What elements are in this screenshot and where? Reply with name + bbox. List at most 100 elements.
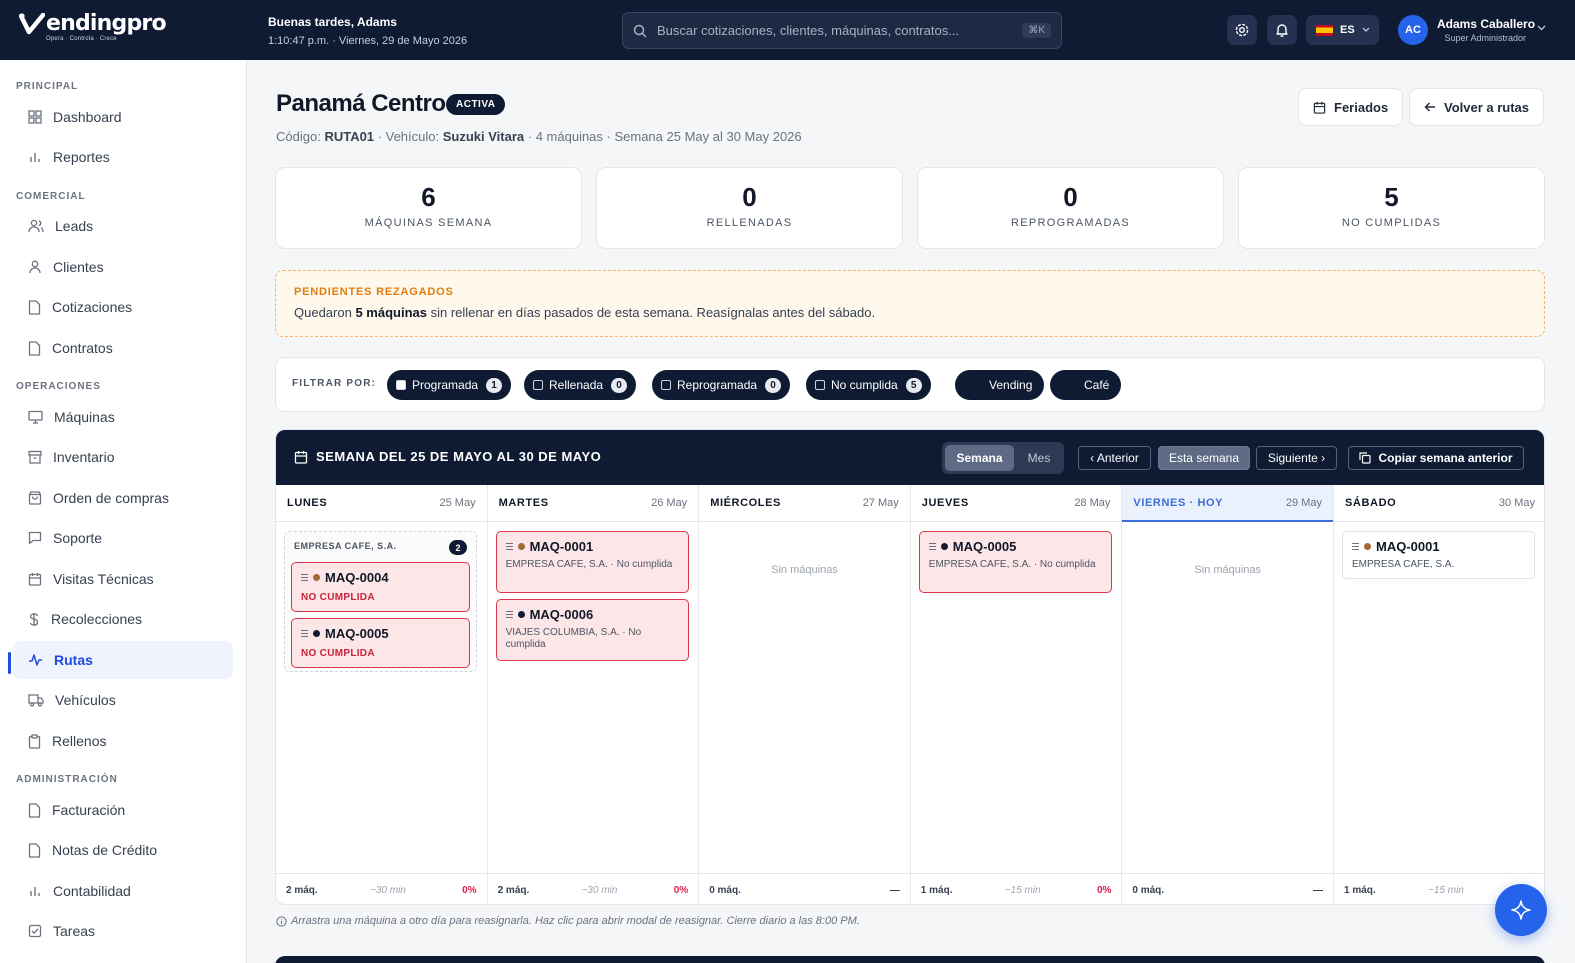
day-date: 28 May — [1074, 497, 1111, 509]
sidebar-item-visitas-tecnicas[interactable]: Visitas Técnicas — [13, 560, 233, 598]
copy-previous-week-button[interactable]: Copiar semana anterior — [1348, 446, 1524, 470]
day-column-miercoles[interactable]: MIÉRCOLES 27 May Sin máquinas 0 máq. — — [699, 485, 911, 904]
greeting-block: Buenas tardes, Adams 1:10:47 p.m. · Vier… — [268, 15, 467, 47]
sidebar-item-cotizaciones[interactable]: Cotizaciones — [13, 288, 233, 326]
filter-no-cumplida[interactable]: No cumplida 5 — [806, 370, 931, 400]
day-footer: 0 máq. — — [699, 873, 910, 904]
machine-card[interactable]: MAQ-0001 EMPRESA CAFE, S.A. · No cumplid… — [495, 531, 689, 593]
checkbox[interactable] — [533, 380, 543, 390]
day-column-sabado[interactable]: SÁBADO 30 May MAQ-0001 EMPRESA CAFE, S.A… — [1334, 485, 1544, 904]
machine-card[interactable]: MAQ-0005 EMPRESA CAFE, S.A. · No cumplid… — [918, 531, 1112, 593]
day-time: ~15 min — [1004, 884, 1041, 896]
sidebar-item-contratos[interactable]: Contratos — [13, 329, 233, 367]
day-count: 0 máq. — [1132, 884, 1165, 896]
checkbox[interactable] — [396, 380, 406, 390]
alert-pre: Quedaron — [294, 305, 352, 320]
drag-handle-icon[interactable] — [505, 611, 513, 618]
document-icon — [28, 842, 41, 858]
day-date: 27 May — [862, 497, 899, 509]
filter-programada[interactable]: Programada 1 — [387, 370, 512, 400]
filter-count: 5 — [905, 377, 922, 393]
view-week-button[interactable]: Semana — [945, 445, 1014, 471]
this-week-button[interactable]: Esta semana — [1158, 446, 1250, 470]
filter-rellenada[interactable]: Rellenada 0 — [524, 370, 637, 400]
sidebar-item-vehiculos[interactable]: Vehículos — [13, 681, 233, 719]
global-search[interactable]: Buscar cotizaciones, clientes, máquinas,… — [622, 12, 1062, 49]
machine-card[interactable]: MAQ-0001 EMPRESA CAFE, S.A. — [1342, 531, 1535, 579]
vehiculo-label: · Vehículo: — [377, 129, 440, 144]
checkbox[interactable] — [815, 380, 825, 390]
sidebar-item-contabilidad[interactable]: Contabilidad — [13, 872, 233, 910]
search-shortcut-badge: ⌘K — [1022, 23, 1051, 38]
checkbox[interactable] — [661, 380, 671, 390]
day-column-viernes[interactable]: VIERNES · HOY 29 May Sin máquinas 0 máq.… — [1122, 485, 1334, 904]
user-avatar[interactable]: AC — [1398, 15, 1428, 45]
filter-vending[interactable]: Vending — [955, 370, 1045, 400]
drag-handle-icon[interactable] — [928, 543, 936, 550]
drag-handle-icon[interactable] — [505, 543, 513, 550]
feriados-button[interactable]: Feriados — [1298, 88, 1404, 126]
sidebar-item-maquinas[interactable]: Máquinas — [13, 398, 233, 436]
language-selector[interactable]: ES — [1306, 15, 1379, 45]
sidebar-item-rutas[interactable]: Rutas — [13, 641, 233, 679]
sidebar-item-rellenos[interactable]: Rellenos — [13, 722, 233, 760]
machine-card[interactable]: MAQ-0006 VIAJES COLUMBIA, S.A. · No cump… — [495, 599, 689, 661]
section-operaciones: OPERACIONES — [16, 381, 101, 392]
sidebar-item-clientes[interactable]: Clientes — [13, 248, 233, 286]
assistant-fab-button[interactable] — [1495, 884, 1547, 936]
machine-card[interactable]: MAQ-0004 NO CUMPLIDA — [291, 562, 470, 612]
sidebar-item-soporte[interactable]: Soporte — [13, 519, 233, 557]
day-column-martes[interactable]: MARTES 26 May MAQ-0001 EMPRESA CAFE, S.A… — [487, 485, 700, 904]
drag-handle-icon[interactable] — [301, 630, 308, 637]
search-input[interactable]: Buscar cotizaciones, clientes, máquinas,… — [657, 23, 1022, 38]
sidebar-item-label: Máquinas — [54, 409, 115, 425]
day-header: JUEVES 28 May — [910, 485, 1122, 522]
drag-handle-icon[interactable] — [301, 574, 308, 581]
day-header: VIERNES · HOY 29 May — [1122, 485, 1333, 522]
filter-reprogramada[interactable]: Reprogramada 0 — [652, 370, 791, 400]
sidebar-item-orden-de-compras[interactable]: Orden de compras — [13, 479, 233, 517]
back-to-routes-button[interactable]: Volver a rutas — [1409, 88, 1545, 126]
sidebar-item-tareas[interactable]: Tareas — [13, 912, 233, 950]
day-progress: 0% — [1096, 884, 1112, 896]
stat-label: RELLENADAS — [706, 217, 793, 229]
truck-icon — [28, 694, 44, 707]
filter-cafe[interactable]: Café — [1050, 370, 1122, 400]
settings-button[interactable] — [1227, 15, 1257, 45]
sidebar-item-label: Recolecciones — [51, 611, 143, 627]
empty-day-text: Sin máquinas — [771, 564, 838, 576]
sidebar-item-recolecciones[interactable]: Recolecciones — [13, 600, 233, 638]
sidebar-item-facturacion[interactable]: Facturación — [13, 791, 233, 829]
user-role: Super Administrador — [1444, 33, 1526, 43]
sidebar-item-reportes[interactable]: Reportes — [13, 138, 233, 176]
chevron-down-icon[interactable] — [1537, 25, 1546, 31]
feriados-label: Feriados — [1334, 99, 1389, 115]
day-column-lunes[interactable]: LUNES 25 May EMPRESA CAFE, S.A. 2 MAQ-00… — [276, 485, 488, 904]
day-column-jueves[interactable]: JUEVES 28 May MAQ-0005 EMPRESA CAFE, S.A… — [910, 485, 1123, 904]
info-icon — [276, 915, 287, 927]
notifications-button[interactable] — [1267, 15, 1297, 45]
view-month-button[interactable]: Mes — [1017, 445, 1061, 471]
route-code: RUTA01 — [324, 129, 375, 144]
alert-title: PENDIENTES REZAGADOS — [294, 286, 454, 298]
drag-handle-icon[interactable] — [1352, 543, 1359, 550]
machine-card[interactable]: MAQ-0005 NO CUMPLIDA — [291, 618, 470, 668]
day-footer: 2 máq. ~30 min 0% — [487, 873, 699, 904]
next-week-button[interactable]: Siguiente › — [1256, 446, 1337, 470]
filter-text: Vending — [989, 378, 1033, 392]
sidebar-item-notas-de-credito[interactable]: Notas de Crédito — [13, 831, 233, 869]
prev-week-button[interactable]: ‹ Anterior — [1078, 446, 1151, 470]
filter-text: Reprogramada — [677, 378, 758, 392]
logo[interactable]: endingpro Opera · Controla · Crece — [19, 13, 167, 42]
cafe-dot — [1364, 543, 1371, 550]
sidebar-item-inventario[interactable]: Inventario — [13, 438, 233, 476]
user-menu[interactable]: Adams Caballero Super Administrador — [1437, 17, 1535, 43]
copy-label: Copiar semana anterior — [1378, 451, 1513, 465]
sidebar-item-leads[interactable]: Leads — [13, 207, 233, 245]
sidebar-item-label: Leads — [55, 218, 94, 234]
sidebar-item-label: Dashboard — [53, 109, 122, 125]
grid-icon — [28, 110, 42, 124]
sidebar-item-dashboard[interactable]: Dashboard — [13, 98, 233, 136]
stat-rellenadas: 0 RELLENADAS — [596, 167, 903, 249]
stat-label: NO CUMPLIDAS — [1341, 217, 1442, 229]
